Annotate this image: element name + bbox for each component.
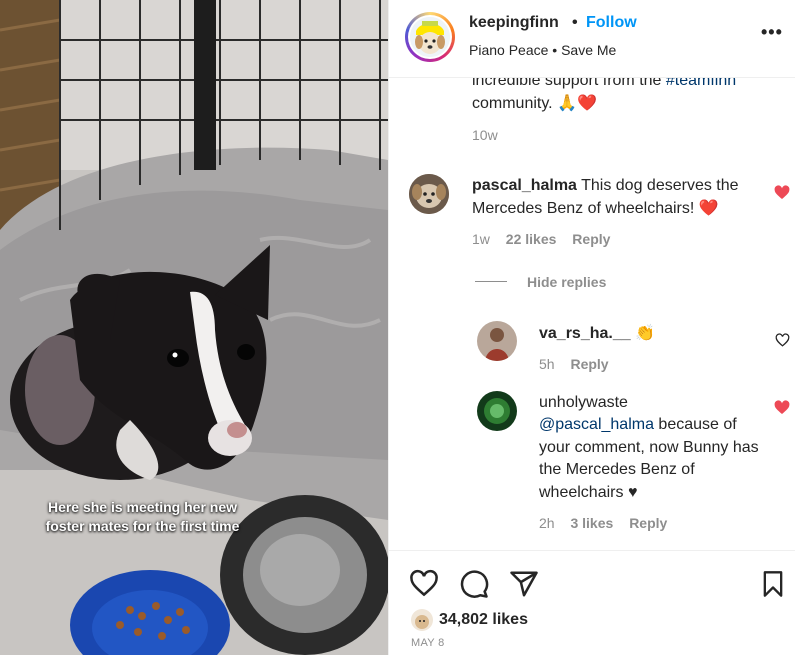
divider xyxy=(475,281,507,282)
hide-replies-button[interactable]: Hide replies xyxy=(527,274,606,290)
reply-text: @pascal_halma because of your comment, n… xyxy=(539,416,759,501)
post-media[interactable]: Here she is meeting her new foster mates… xyxy=(0,0,388,655)
audio-track[interactable]: Piano Peace • Save Me xyxy=(469,42,616,58)
liker-avatar[interactable] xyxy=(411,609,433,631)
more-dots-icon[interactable]: ••• xyxy=(761,22,783,43)
avatar[interactable] xyxy=(477,391,517,431)
dog-photo xyxy=(0,0,388,655)
dog-avatar-icon xyxy=(409,174,449,214)
comments-list[interactable]: incredible support from the #teamfinn co… xyxy=(389,78,795,550)
header-separator: • xyxy=(572,14,578,31)
comment-meta: 5h Reply xyxy=(539,356,609,372)
post-header: keepingfinn • Follow Piano Peace • Save … xyxy=(389,0,795,78)
follow-button[interactable]: Follow xyxy=(586,14,637,32)
media-caption: Here she is meeting her new foster mates… xyxy=(45,499,240,534)
caption-time: 10w xyxy=(472,127,498,143)
dog-avatar-icon xyxy=(411,609,433,631)
reply-text: va_rs_ha.__ 👏 xyxy=(539,323,655,346)
emoji: ♥ xyxy=(627,483,638,501)
dog-avatar-icon xyxy=(410,17,450,57)
comment-username[interactable]: unholywaste xyxy=(539,392,628,415)
post-sidebar: keepingfinn • Follow Piano Peace • Save … xyxy=(388,0,795,655)
mention-link[interactable]: @pascal_halma xyxy=(539,416,654,433)
author-username[interactable]: keepingfinn xyxy=(469,14,559,32)
comment-username[interactable]: va_rs_ha.__ xyxy=(539,325,631,342)
liked-heart-icon[interactable] xyxy=(774,185,790,201)
reply-button[interactable]: Reply xyxy=(570,356,608,372)
comment-likes[interactable]: 3 likes xyxy=(570,515,613,531)
comment-username[interactable]: pascal_halma xyxy=(472,177,577,194)
author-avatar[interactable] xyxy=(405,12,455,62)
comment-bubble-icon[interactable] xyxy=(459,569,489,599)
emoji: 🙏❤️ xyxy=(557,94,597,112)
post-actions: 34,802 likes MAY 8 xyxy=(389,550,795,655)
avatar[interactable] xyxy=(409,174,449,214)
person-avatar-icon xyxy=(477,321,517,361)
save-bookmark-icon[interactable] xyxy=(759,569,787,599)
hashtag-link[interactable]: #teamfinn xyxy=(666,78,736,89)
comment-time: 2h xyxy=(539,515,555,531)
reply-button[interactable]: Reply xyxy=(629,515,667,531)
liked-heart-icon[interactable] xyxy=(774,400,790,416)
comment-meta: 2h 3 likes Reply xyxy=(539,515,667,531)
comment-text: pascal_halma This dog deserves the Merce… xyxy=(472,177,739,217)
comment-likes[interactable]: 22 likes xyxy=(506,231,557,247)
like-heart-icon[interactable] xyxy=(409,569,439,599)
heart-outline-icon[interactable] xyxy=(775,333,790,348)
emoji: 👏 xyxy=(635,325,656,342)
artwork-avatar-icon xyxy=(477,391,517,431)
comment-time: 1w xyxy=(472,231,490,247)
comment-meta: 1w 22 likes Reply xyxy=(472,231,610,247)
post-date[interactable]: MAY 8 xyxy=(411,637,445,649)
reply-button[interactable]: Reply xyxy=(572,231,610,247)
share-send-icon[interactable] xyxy=(509,569,539,599)
likes-count[interactable]: 34,802 likes xyxy=(439,611,528,629)
emoji: ❤️ xyxy=(698,199,719,217)
caption-text: incredible support from the #teamfinn co… xyxy=(472,78,782,115)
comment-time: 5h xyxy=(539,356,555,372)
avatar[interactable] xyxy=(477,321,517,361)
